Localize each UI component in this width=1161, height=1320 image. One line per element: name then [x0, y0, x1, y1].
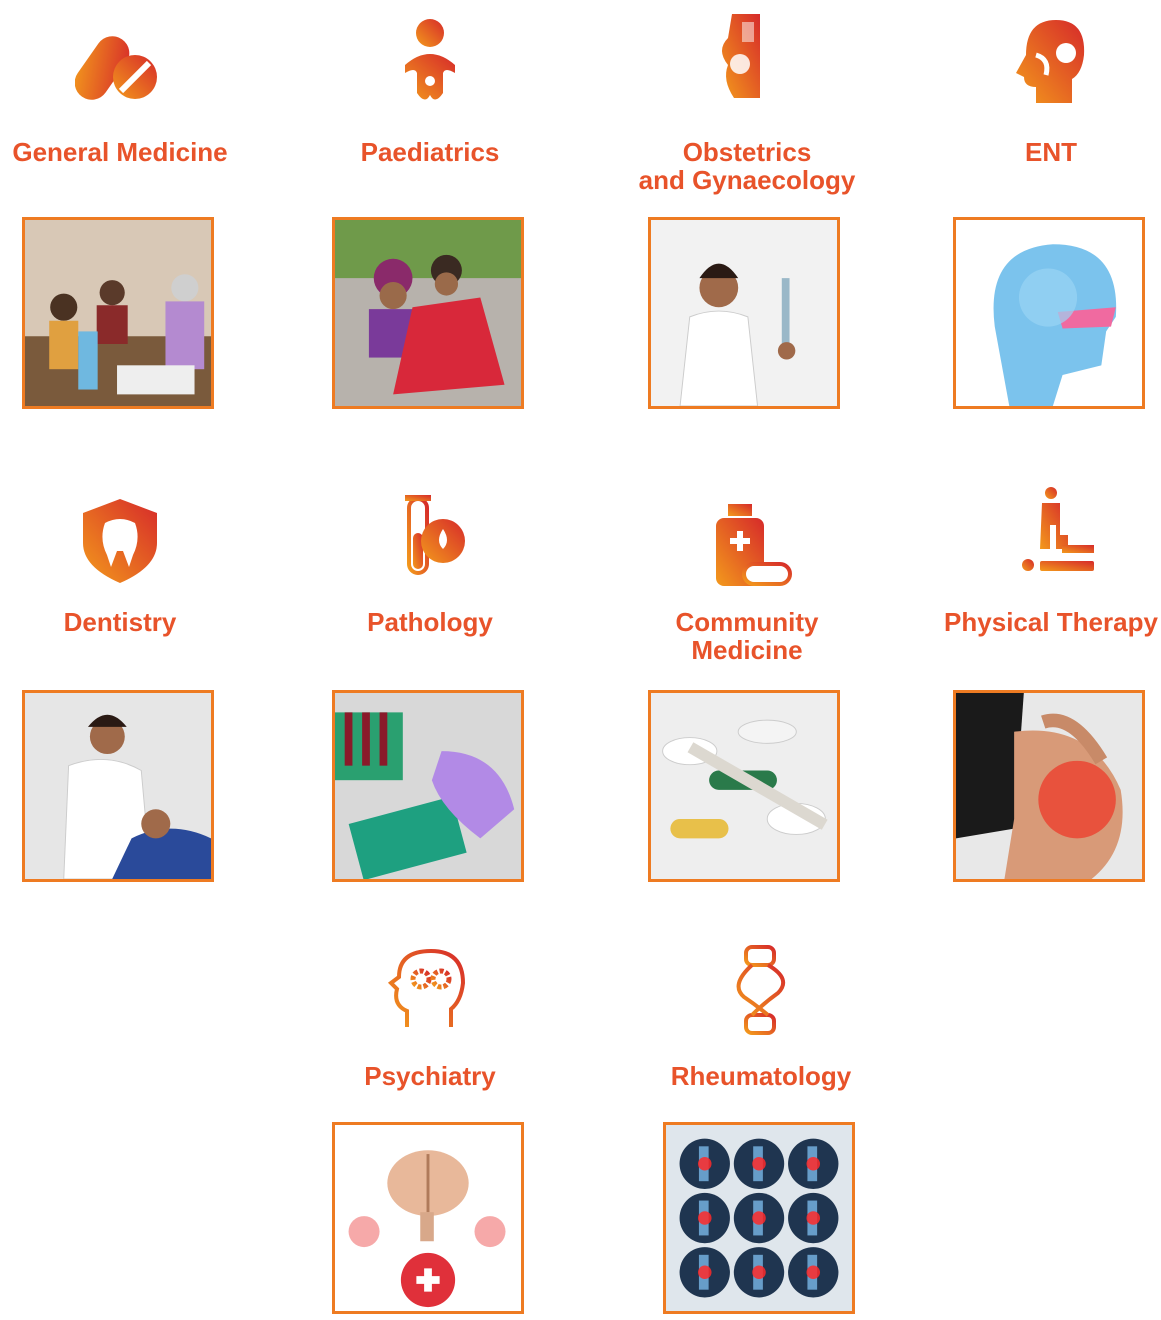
photo-pathology [332, 690, 524, 882]
photo-dentistry [22, 690, 214, 882]
photo-psychiatry [332, 1122, 524, 1314]
medicine-bottle-icon [702, 500, 792, 590]
specialty-label: General Medicine [12, 137, 228, 167]
pill-capsule-icon [75, 15, 165, 105]
photo-rheumatology [663, 1122, 855, 1314]
photo-paediatrics [332, 217, 524, 409]
joint-bone-icon [716, 945, 806, 1035]
photo-obstetrics [648, 217, 840, 409]
specialty-label: Rheumatology [670, 1061, 852, 1091]
tooth-shield-icon [75, 495, 165, 585]
photo-general-medicine [22, 217, 214, 409]
specialty-label: Community Medicine [675, 607, 819, 665]
specialty-label: Pathology [367, 607, 493, 637]
photo-community-medicine [648, 690, 840, 882]
therapy-massage-icon [1006, 485, 1096, 575]
photo-physical-therapy [953, 690, 1145, 882]
specialty-label: Paediatrics [360, 137, 500, 167]
specialty-label: Obstetrics and Gynaecology [638, 137, 856, 195]
test-tube-drop-icon [385, 485, 475, 575]
head-gears-icon [385, 945, 475, 1035]
specialty-label: ENT [1025, 137, 1077, 167]
photo-ent [953, 217, 1145, 409]
pregnant-woman-icon [702, 10, 792, 100]
head-profile-ent-icon [1006, 15, 1096, 105]
baby-icon [385, 15, 475, 105]
specialty-label: Psychiatry [364, 1061, 496, 1091]
specialty-label: Dentistry [63, 607, 177, 637]
specialty-label: Physical Therapy [944, 607, 1158, 637]
